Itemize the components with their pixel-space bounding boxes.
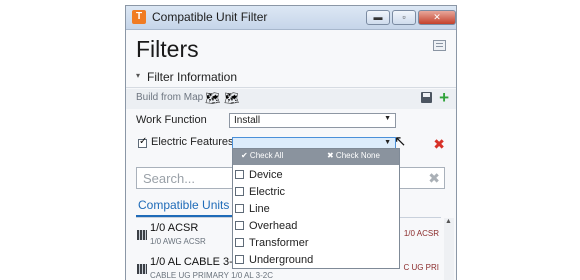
dropdown-header: ✔ Check All ✖ Check None [233,149,399,165]
option-checkbox[interactable] [235,204,244,213]
item-description: 1/0 AWG ACSR [150,237,206,246]
option-checkbox[interactable] [235,238,244,247]
option-line[interactable]: Line [233,201,399,218]
option-label: Transformer [249,237,309,249]
remove-filter-icon[interactable]: ✖ [433,136,445,153]
scroll-up-icon[interactable]: ▲ [445,218,452,225]
electric-features-checkbox[interactable]: ✓ [138,136,148,148]
option-overhead[interactable]: Overhead [233,218,399,235]
section-title: Filter Information [147,70,238,84]
option-electric[interactable]: Electric [233,184,399,201]
electric-features-dropdown: ✔ Check All ✖ Check None Device Electric… [232,148,400,269]
maximize-button[interactable]: ▫ [392,10,416,25]
item-code: C UG PRI [403,263,439,272]
option-label: Line [249,203,270,215]
chevron-down-icon[interactable]: ▾ [136,71,140,80]
search-placeholder: Search... [143,171,196,186]
option-checkbox[interactable] [235,170,244,179]
save-icon[interactable] [421,92,432,103]
title-bar[interactable]: T Compatible Unit Filter ▬ ▫ ✕ [126,6,456,30]
option-transformer[interactable]: Transformer [233,235,399,252]
item-code: 1/0 ACSR [403,229,439,238]
app-icon: T [132,10,146,24]
map-select-icon[interactable]: 🗺 [205,91,220,106]
work-function-label: Work Function [136,114,207,126]
list-scrollbar[interactable]: ▲ [444,218,454,280]
cable-icon [137,264,147,274]
option-device[interactable]: Device [233,167,399,184]
option-label: Electric [249,186,286,198]
note-icon[interactable] [433,40,446,51]
map-extent-icon[interactable]: 🗺 [224,91,239,106]
cable-icon [137,230,147,240]
add-icon[interactable]: + [439,88,449,108]
item-name: 1/0 ACSR [150,222,199,234]
clear-search-icon[interactable]: ✖ [428,170,440,187]
build-from-map-label[interactable]: Build from Map [136,92,203,103]
dropdown-arrow-icon: ▼ [384,115,391,122]
dropdown-arrow-icon: ▼ [384,139,391,146]
window-title: Compatible Unit Filter [152,10,268,24]
option-checkbox[interactable] [235,255,244,264]
item-description: CABLE UG PRIMARY 1/0 AL 3-2C [150,271,274,280]
compatible-units-header[interactable]: Compatible Units [138,198,229,212]
option-label: Overhead [249,220,298,232]
option-underground[interactable]: Underground [233,252,399,269]
check-all-button[interactable]: ✔ Check All [241,151,283,160]
page-title: Filters [136,36,199,62]
work-function-value: Install [234,115,261,126]
option-label: Underground [249,254,314,266]
filter-information-section[interactable]: ▾ Filter Information [126,69,456,88]
option-label: Device [249,169,283,181]
checkmark-icon: ✓ [139,136,148,147]
option-checkbox[interactable] [235,187,244,196]
toolbar: Build from Map 🗺 🗺 + [126,88,456,109]
option-checkbox[interactable] [235,221,244,230]
electric-features-label: Electric Features [151,136,234,148]
close-button[interactable]: ✕ [418,10,456,25]
work-function-select[interactable]: Install ▼ [229,113,396,128]
check-none-button[interactable]: ✖ Check None [327,151,380,160]
minimize-button[interactable]: ▬ [366,10,390,25]
